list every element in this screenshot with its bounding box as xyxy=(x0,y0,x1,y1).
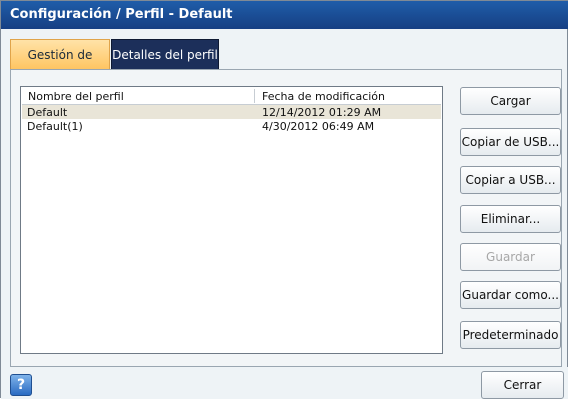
column-header-profile-name[interactable]: Nombre del perfil xyxy=(28,90,124,103)
profile-list[interactable]: Nombre del perfil Fecha de modificación … xyxy=(20,86,443,354)
footer-bar: ? Cerrar xyxy=(1,367,568,399)
copy-to-usb-button[interactable]: Copiar a USB... xyxy=(460,166,561,194)
column-separator xyxy=(254,89,255,103)
profile-config-window: Configuración / Perfil - Default Gestión… xyxy=(0,0,568,399)
close-button[interactable]: Cerrar xyxy=(481,371,564,399)
profile-date: 12/14/2012 01:29 AM xyxy=(262,106,382,119)
profile-name: Default xyxy=(27,106,68,119)
profile-date: 4/30/2012 06:49 AM xyxy=(262,120,375,133)
help-icon[interactable]: ? xyxy=(10,374,32,396)
help-glyph: ? xyxy=(16,377,26,393)
column-header-modified-date[interactable]: Fecha de modificación xyxy=(262,90,385,103)
list-header: Nombre del perfil Fecha de modificación xyxy=(22,88,441,105)
list-item-default-1[interactable]: Default(1) 4/30/2012 06:49 AM xyxy=(22,119,441,133)
profile-name: Default(1) xyxy=(27,120,83,133)
window-title: Configuración / Perfil - Default xyxy=(1,1,568,29)
load-button[interactable]: Cargar xyxy=(460,87,561,115)
tab-profile-details[interactable]: Detalles del perfil xyxy=(111,39,219,69)
list-item-default[interactable]: Default 12/14/2012 01:29 AM xyxy=(22,105,441,119)
default-button[interactable]: Predeterminado xyxy=(460,321,561,349)
tab-content-panel: Nombre del perfil Fecha de modificación … xyxy=(10,69,562,367)
copy-from-usb-button[interactable]: Copiar de USB... xyxy=(460,128,561,156)
delete-button[interactable]: Eliminar... xyxy=(460,205,561,233)
tab-profile-management[interactable]: Gestión de perfil xyxy=(10,39,110,92)
save-as-button[interactable]: Guardar como... xyxy=(460,281,561,309)
save-button[interactable]: Guardar xyxy=(460,243,561,271)
